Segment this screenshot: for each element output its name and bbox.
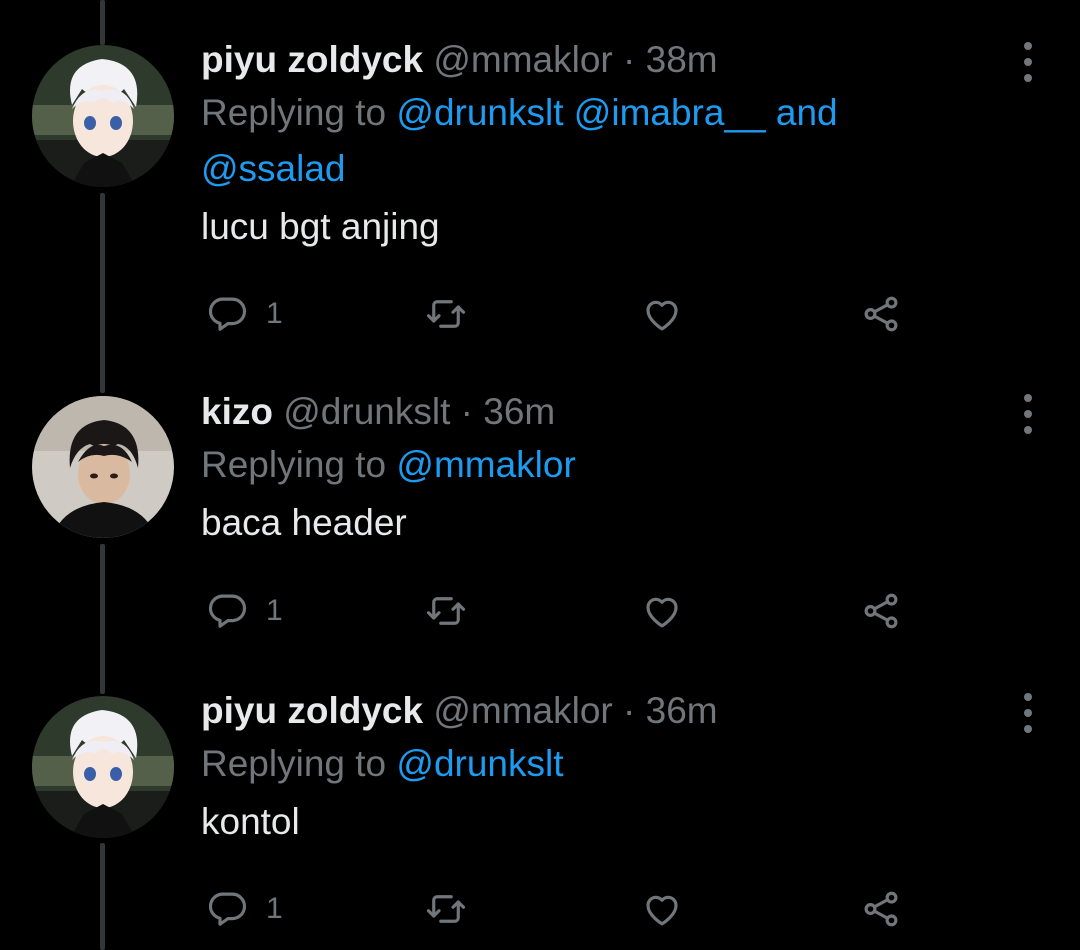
mention-link[interactable]: @mmaklor [396,444,575,485]
reply-button[interactable]: 1 [206,589,283,633]
separator: · [460,391,473,432]
retweet-button[interactable] [425,887,467,931]
tweet-text: kontol [201,801,300,842]
tweet-header: piyu zoldyck @mmaklor · 36m [201,689,1000,733]
reply-count: 1 [266,594,283,627]
separator: · [623,690,636,731]
heart-icon [646,597,678,628]
avatar[interactable] [32,696,174,838]
tweet-header: kizo @drunkslt · 36m [201,390,1000,434]
thread-line [100,843,105,950]
thread-line [100,544,105,694]
retweet-button[interactable] [425,589,467,633]
share-button[interactable] [860,589,902,633]
replying-prefix: Replying to [201,444,387,485]
share-icon [864,593,898,629]
speech-bubble-icon [208,892,247,926]
heart-icon [646,895,678,926]
retweet-icon [426,895,466,923]
reply-count: 1 [266,297,283,330]
tweet-actions: 1 [200,887,920,937]
tweet[interactable]: piyu zoldyck @mmaklor · 36m Replying to … [0,0,1080,927]
timestamp[interactable]: 36m [646,690,718,731]
timestamp[interactable]: 36m [483,391,555,432]
mention-link[interactable]: @drunkslt [396,743,563,784]
like-button[interactable] [641,887,683,931]
reply-count: 1 [266,892,283,925]
avatar[interactable] [32,396,174,538]
speech-bubble-icon [208,594,247,628]
more-vertical-icon[interactable] [1018,392,1038,436]
share-icon [864,891,898,927]
replying-to: Replying to @drunkslt [201,736,1000,792]
retweet-icon [426,597,466,625]
user-handle[interactable]: @mmaklor [433,690,612,731]
share-button[interactable] [860,887,902,931]
display-name[interactable]: piyu zoldyck [201,690,423,731]
like-button[interactable] [641,589,683,633]
replying-prefix: Replying to [201,743,387,784]
display-name[interactable]: kizo [201,391,273,432]
tweet-text: baca header [201,502,407,543]
user-handle[interactable]: @drunkslt [283,391,450,432]
more-vertical-icon[interactable] [1018,691,1038,735]
replying-to: Replying to @mmaklor [201,437,1000,493]
tweet-actions: 1 [200,589,920,639]
reply-button[interactable]: 1 [206,887,283,931]
